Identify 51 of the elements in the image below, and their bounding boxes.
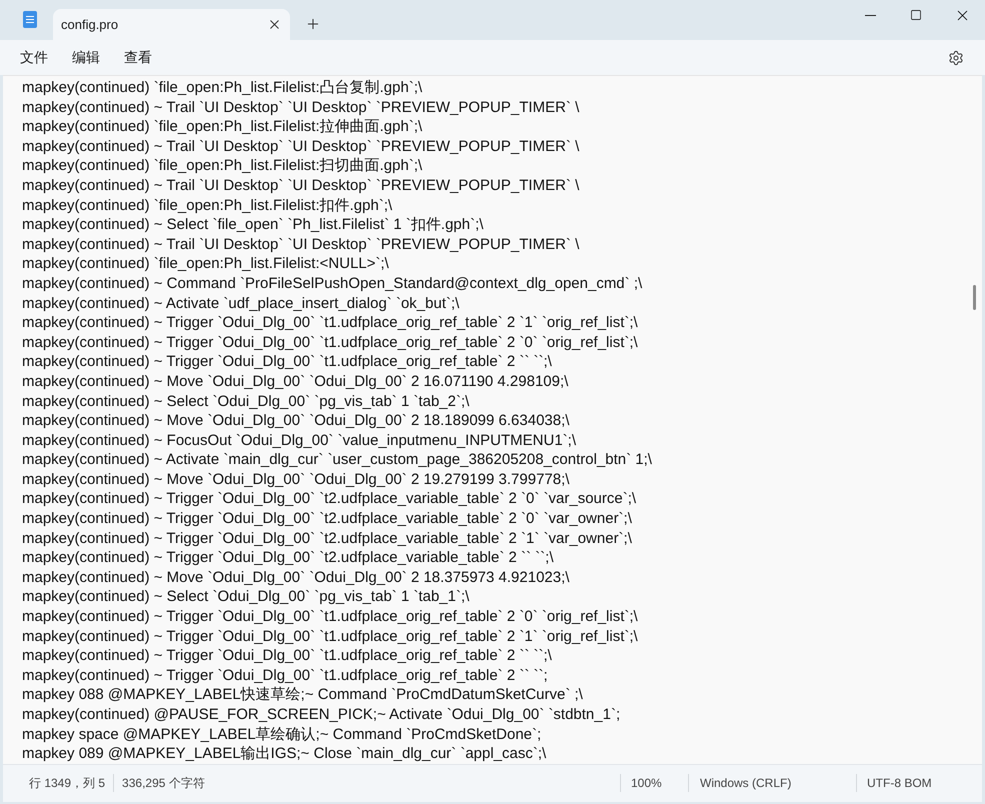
code-line: mapkey(continued) @PAUSE_FOR_SCREEN_PICK;~ Activate `Odui_Dlg_00` `stdbtn_1`;: [22, 705, 620, 725]
code-line: mapkey(continued) `file_open:Ph_list.Filelist:扫切曲面.gph`;\: [22, 156, 422, 176]
code-line: mapkey space @MAPKEY_LABEL草绘确认;~ Command `ProCmdSketDone`;: [22, 724, 542, 744]
code-line: mapkey(continued) ~ Trigger `Odui_Dlg_00` `t2.udfplace_variable_table` 2 `` ``;\: [22, 548, 554, 568]
code-line: mapkey(continued) ~ Trigger `Odui_Dlg_00` `t1.udfplace_orig_ref_table` 2 `1` `orig_ref_list`;\: [22, 626, 638, 646]
code-line: mapkey(continued) ~ Trigger `Odui_Dlg_00` `t1.udfplace_orig_ref_table` 2 `0` `orig_ref_list`;\: [22, 332, 638, 352]
code-line: mapkey(continued) ~ Trigger `Odui_Dlg_00` `t2.udfplace_variable_table` 2 `1` `var_owner`;\: [22, 528, 632, 548]
code-line: mapkey(continued) ~ Trail `UI Desktop` `UI Desktop` `PREVIEW_POPUP_TIMER` \: [22, 176, 580, 196]
code-line: mapkey(continued) ~ Move `Odui_Dlg_00` `Odui_Dlg_00` 2 16.071190 4.298109;\: [22, 372, 568, 392]
minimize-icon: [864, 14, 876, 16]
code-line: mapkey(continued) ~ Select `Odui_Dlg_00` `pg_vis_tab` 1 `tab_2`;\: [22, 392, 470, 412]
code-line: mapkey(continued) ~ Trigger `Odui_Dlg_00` `t1.udfplace_orig_ref_table` 2 `` ``;\: [22, 352, 552, 372]
code-line: mapkey(continued) ~ Select `Odui_Dlg_00` `pg_vis_tab` 1 `tab_1`;\: [22, 587, 470, 608]
code-line: mapkey(continued) ~ Trigger `Odui_Dlg_00` `t2.udfplace_variable_table` 2 `0` `var_owner`;\: [22, 509, 632, 529]
code-line: mapkey(continued) ~ FocusOut `Odui_Dlg_00` `value_inputmenu_INPUTMENU1`;\: [22, 430, 576, 450]
text-editor[interactable]: [3, 75, 982, 764]
new-tab-icon[interactable]: [305, 16, 321, 32]
code-line: mapkey(continued) ~ Activate `main_dlg_cur` `user_custom_page_386205208_control_btn` 1;\: [22, 450, 652, 470]
menu-item[interactable]: 查看: [112, 47, 164, 68]
code-line: mapkey(continued) ~ Trail `UI Desktop` `UI Desktop` `PREVIEW_POPUP_TIMER` \: [22, 136, 580, 156]
code-line: mapkey(continued) ~ Trigger `Odui_Dlg_00` `t1.udfplace_orig_ref_table` 2 `0` `orig_ref_list`;\: [22, 607, 638, 627]
code-line: mapkey(continued) ~ Command `ProFileSelPushOpen_Standard@context_dlg_open_cmd` ;\: [22, 274, 642, 294]
code-line: mapkey 088 @MAPKEY_LABEL快速草绘;~ Command `ProCmdDatumSketCurve` ;\: [22, 685, 583, 705]
menu-item[interactable]: 文件: [8, 47, 60, 68]
code-line: mapkey(continued) ~ Activate `udf_place_insert_dialog` `ok_but`;\: [22, 294, 460, 314]
code-line: mapkey(continued) `file_open:Ph_list.Filelist:拉伸曲面.gph`;\: [22, 117, 422, 137]
character-count: 336,295 个字符: [121, 775, 205, 792]
code-line: mapkey(continued) ~ Trigger `Odui_Dlg_00` `t2.udfplace_variable_table` 2 `0` `var_source`;\: [22, 489, 636, 510]
line-ending: Windows (CRLF): [699, 775, 792, 792]
cursor-position: 行 1349，列 5: [28, 775, 106, 792]
code-line: mapkey 089 @MAPKEY_LABEL输出IGS;~ Close `main_dlg_cur` `appl_casc`;\: [22, 744, 546, 764]
code-line: mapkey(continued) ~ Move `Odui_Dlg_00` `Odui_Dlg_00` 2 18.375973 4.921023;\: [22, 568, 570, 588]
code-line: mapkey(continued) ~ Trail `UI Desktop` `UI Desktop` `PREVIEW_POPUP_TIMER` \: [22, 234, 580, 254]
code-line: mapkey(continued) ~ Trigger `Odui_Dlg_00` `t1.udfplace_orig_ref_table` 2 `` ``;: [22, 666, 548, 686]
code-line: mapkey(continued) `file_open:Ph_list.Filelist:扣件.gph`;\: [22, 196, 392, 216]
encoding: UTF-8 BOM: [866, 775, 933, 792]
scrollbar-thumb[interactable]: [973, 285, 976, 310]
code-line: mapkey(continued) `file_open:Ph_list.Filelist:凸台复制.gph`;\: [22, 78, 422, 98]
code-line: mapkey(continued) ~ Trigger `Odui_Dlg_00` `t1.udfplace_orig_ref_table` 2 `` ``;\: [22, 646, 552, 666]
code-line: mapkey(continued) ~ Select `file_open` `Ph_list.Filelist` 1 `扣件.gph`;\: [22, 215, 484, 235]
notepad-icon: [23, 11, 37, 28]
zoom-level: 100%: [630, 775, 663, 792]
settings-icon[interactable]: [948, 50, 964, 66]
code-line: mapkey(continued) ~ Trail `UI Desktop` `UI Desktop` `PREVIEW_POPUP_TIMER` \: [22, 98, 580, 118]
code-line: mapkey(continued) ~ Move `Odui_Dlg_00` `Odui_Dlg_00` 2 19.279199 3.799778;\: [22, 470, 570, 490]
menu-item[interactable]: 编辑: [60, 47, 112, 68]
code-line: mapkey(continued) ~ Move `Odui_Dlg_00` `Odui_Dlg_00` 2 18.189099 6.634038;\: [22, 411, 570, 431]
code-line: mapkey(continued) `file_open:Ph_list.Filelist:<NULL>`;\: [22, 254, 389, 274]
maximize-icon: [910, 9, 922, 21]
code-line: mapkey(continued) ~ Trigger `Odui_Dlg_00` `t1.udfplace_orig_ref_table` 2 `1` `orig_ref_list`;\: [22, 313, 638, 333]
file-tab[interactable]: config.pro: [53, 9, 290, 40]
